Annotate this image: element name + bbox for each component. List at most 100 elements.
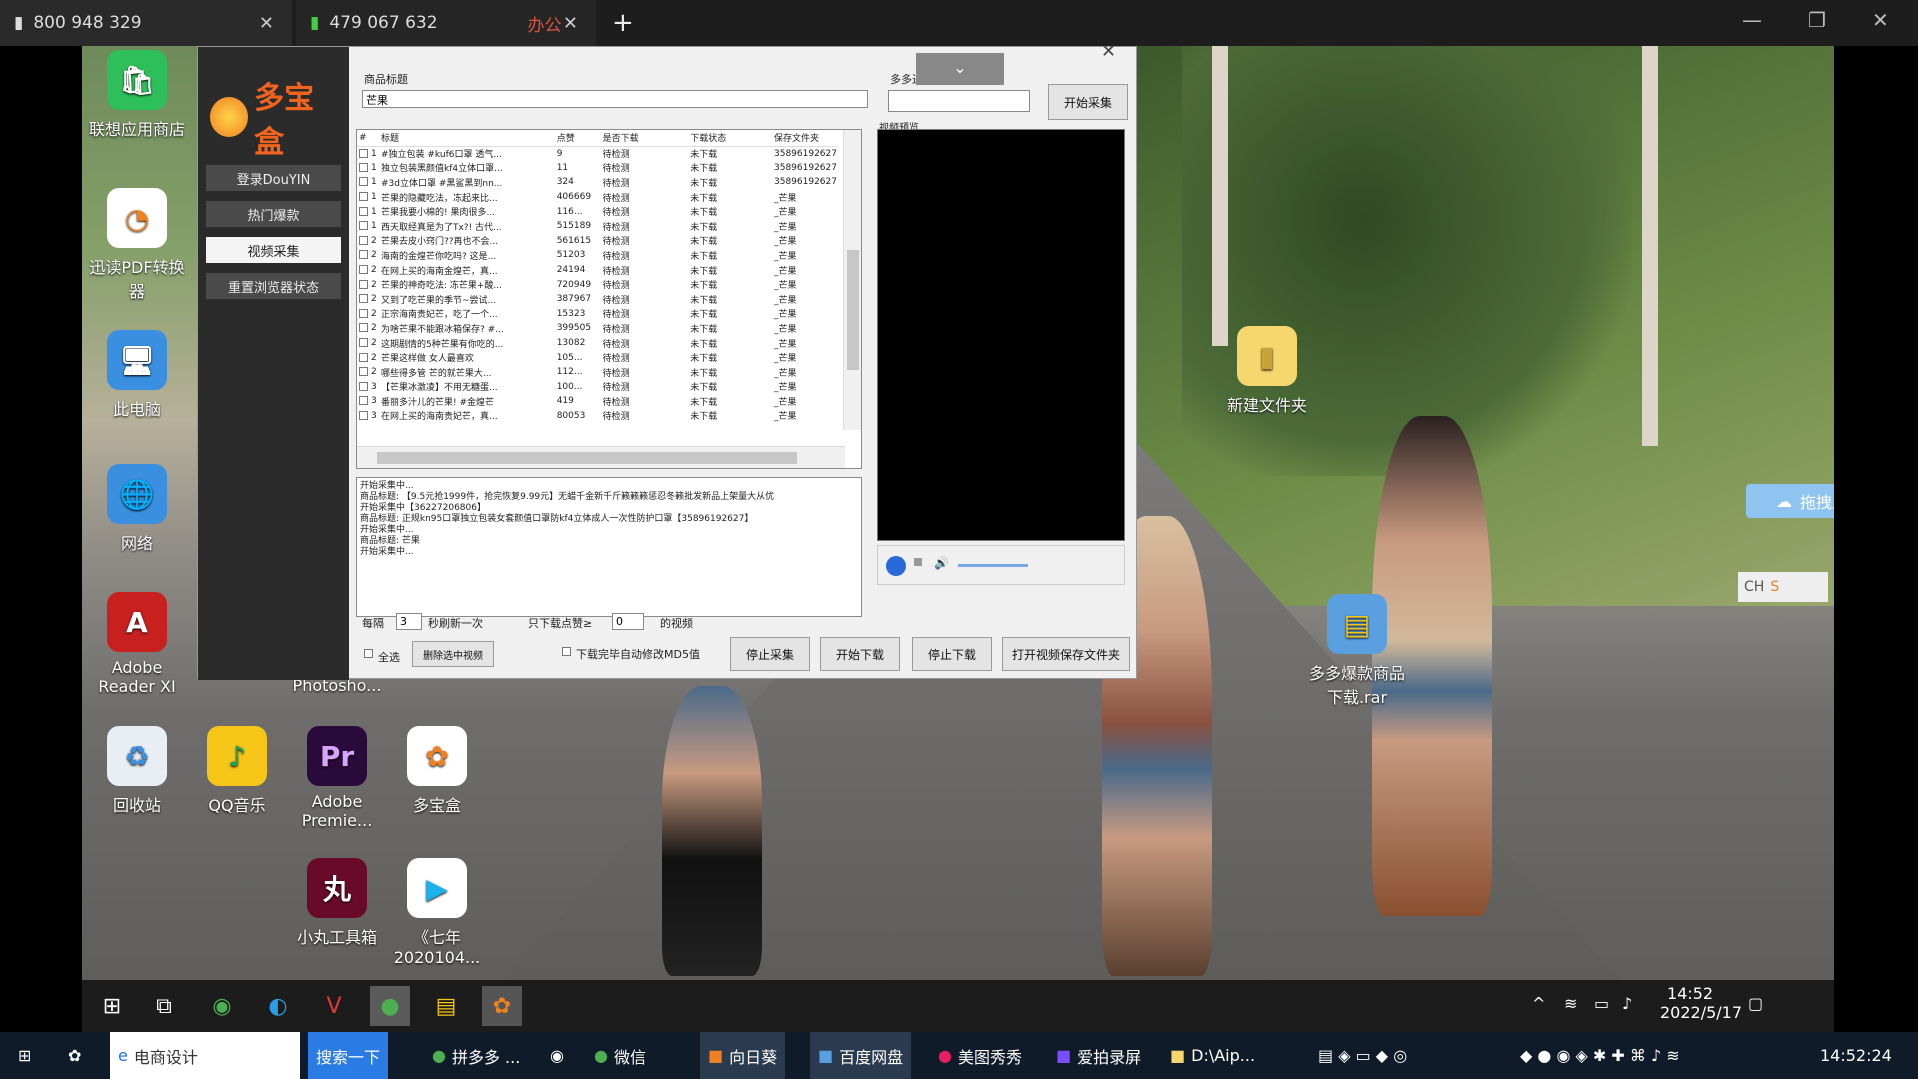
- baidu-pan-item[interactable]: ■ 百度网盘: [810, 1032, 912, 1079]
- row-checkbox[interactable]: [359, 352, 368, 362]
- stop-download-button[interactable]: 停止下载: [912, 637, 992, 671]
- desktop-icon-qq-music[interactable]: ♪ QQ音乐: [182, 726, 292, 816]
- table-row[interactable]: 1 芒果的隐藏吃法，冻起来比... 406669 待检测 未下载 _芒果: [357, 190, 837, 205]
- close-icon[interactable]: ✕: [563, 13, 578, 34]
- row-checkbox[interactable]: [359, 235, 368, 245]
- table-row[interactable]: 3 番丽多汁儿的芒果! #金煌芒 419 待检测 未下载 _芒果: [357, 394, 837, 409]
- table-row[interactable]: 2 为啥芒果不能跟冰箱保存? #... 399505 待检测 未下载 _芒果: [357, 321, 837, 336]
- start-icon[interactable]: ⊞: [92, 986, 132, 1026]
- search-app-icon[interactable]: ✿: [60, 1032, 89, 1079]
- row-checkbox[interactable]: [359, 338, 368, 348]
- tray-icons[interactable]: ▤ ◈ ▭ ◆ ◎: [1310, 1032, 1415, 1079]
- row-checkbox[interactable]: [359, 265, 368, 275]
- explorer-icon[interactable]: ▤: [426, 986, 466, 1026]
- tab-1[interactable]: ▮ 800 948 329 ✕: [0, 0, 292, 46]
- table-row[interactable]: 3 【芒果冰激凌】不用无糖蛋... 100... 待检测 未下载 _芒果: [357, 380, 837, 395]
- table-row[interactable]: 2 这期剧情的5种芒果有你吃的... 13082 待检测 未下载 _芒果: [357, 336, 837, 351]
- row-checkbox[interactable]: [359, 323, 368, 333]
- table-row[interactable]: 2 芒果去皮小窍门??再也不会... 561615 待检测 未下载 _芒果: [357, 234, 837, 249]
- table-row[interactable]: 2 又到了吃芒果的季节~尝试... 387967 待检测 未下载 _芒果: [357, 292, 837, 307]
- scroll-thumb[interactable]: [847, 250, 859, 370]
- wechat-icon[interactable]: ●: [370, 986, 410, 1026]
- desktop-icon-this-pc[interactable]: 🖥 此电脑: [82, 330, 192, 420]
- chrome-icon[interactable]: ◉: [542, 1032, 572, 1079]
- desktop-icon-network[interactable]: 🌐 网络: [82, 464, 192, 554]
- new-tab-icon[interactable]: +: [612, 8, 634, 38]
- close-icon[interactable]: ✕: [259, 13, 274, 34]
- select-all-checkbox[interactable]: [364, 649, 373, 658]
- row-checkbox[interactable]: [359, 206, 368, 216]
- desktop-icon-pdf-converter[interactable]: ◔ 迅读PDF转换器: [82, 188, 192, 302]
- row-checkbox[interactable]: [359, 192, 368, 202]
- start-collect-button[interactable]: 开始采集: [1048, 84, 1128, 120]
- battery-icon[interactable]: ▭: [1594, 994, 1609, 1013]
- windows-start-icon[interactable]: ⊞: [10, 1032, 39, 1079]
- wifi-icon[interactable]: ≋: [1564, 994, 1577, 1013]
- restore-icon[interactable]: ❐: [1808, 8, 1826, 32]
- stop-collect-button[interactable]: 停止采集: [730, 637, 810, 671]
- desktop-icon-rar[interactable]: ▤ 多多爆款商品 下载.rar: [1302, 594, 1412, 708]
- row-checkbox[interactable]: [359, 381, 368, 391]
- browser-icon[interactable]: ◉: [202, 986, 242, 1026]
- close-icon[interactable]: ✕: [1101, 41, 1116, 62]
- delete-selected-button[interactable]: 删除选中视频: [412, 641, 494, 667]
- scroll-thumb[interactable]: [377, 452, 797, 464]
- table-row[interactable]: 1 独立包装黑颜值kf4立体口罩... 11 待检测 未下载 35896192627: [357, 161, 837, 176]
- row-checkbox[interactable]: [359, 294, 368, 304]
- hot-items-button[interactable]: 热门爆款: [206, 201, 341, 227]
- tray-chevron-icon[interactable]: ^: [1532, 994, 1545, 1013]
- desktop-icon-qishi[interactable]: ▶ 《七年 2020104...: [382, 858, 492, 967]
- table-row[interactable]: 2 芒果这样做 女人最喜欢 105... 待检测 未下载 _芒果: [357, 350, 837, 365]
- table-row[interactable]: 1 西天取经真是为了Tx?! 古代... 515189 待检测 未下载 _芒果: [357, 219, 837, 234]
- meitu-item[interactable]: ● 美图秀秀: [930, 1032, 1030, 1079]
- open-folder-button[interactable]: 打开视频保存文件夹: [1002, 637, 1130, 671]
- ime-indicator[interactable]: CH S: [1738, 572, 1828, 602]
- notification-icon[interactable]: ▢: [1748, 994, 1763, 1013]
- row-checkbox[interactable]: [359, 177, 368, 187]
- minimize-icon[interactable]: —: [1742, 8, 1762, 32]
- table-row[interactable]: 2 哪些得多管 芒的就芒果大... 112... 待检测 未下载 _芒果: [357, 365, 837, 380]
- pdd-item[interactable]: ● 拼多多 ...: [424, 1032, 528, 1079]
- row-checkbox[interactable]: [359, 162, 368, 172]
- chevron-down-icon[interactable]: ⌄: [916, 53, 1004, 85]
- task-view-icon[interactable]: ⧉: [144, 986, 184, 1026]
- desktop-icon-premiere[interactable]: Pr Adobe Premie...: [282, 726, 392, 830]
- vertical-scrollbar[interactable]: [843, 130, 861, 430]
- row-checkbox[interactable]: [359, 221, 368, 231]
- table-row[interactable]: 1 #3d立体口罩 #黑鲨黑到nn... 324 待检测 未下载 35896192627: [357, 175, 837, 190]
- table-row[interactable]: 2 芒果的神奇吃法: 冻芒果+酸... 720949 待检测 未下载 _芒果: [357, 277, 837, 292]
- min-likes-input[interactable]: 0: [612, 613, 644, 630]
- row-checkbox[interactable]: [359, 250, 368, 260]
- tab-2[interactable]: ▮ 479 067 632 办公 ✕: [296, 0, 596, 46]
- wps-icon[interactable]: V: [314, 986, 354, 1026]
- login-douyin-button[interactable]: 登录DouYIN: [206, 165, 341, 191]
- video-collect-button[interactable]: 视频采集: [206, 237, 341, 263]
- desktop-icon-duobaohe[interactable]: ✿ 多宝盒: [382, 726, 492, 816]
- reset-browser-button[interactable]: 重置浏览器状态: [206, 273, 341, 299]
- row-checkbox[interactable]: [359, 396, 368, 406]
- table-row[interactable]: 2 海南的金煌芒你吃吗? 这是... 51203 待检测 未下载 _芒果: [357, 248, 837, 263]
- desktop-icon-new-folder[interactable]: ▮ 新建文件夹: [1212, 326, 1322, 416]
- table-row[interactable]: 1 芒果我要小棉的! 果肉很多... 116... 待检测 未下载 _芒果: [357, 204, 837, 219]
- table-row[interactable]: 2 正宗海南贵妃芒，吃了一个... 15323 待检测 未下载 _芒果: [357, 307, 837, 322]
- row-checkbox[interactable]: [359, 308, 368, 318]
- wechat-item[interactable]: ● 微信: [586, 1032, 654, 1079]
- desktop-icon-adobe-reader[interactable]: A Adobe Reader XI: [82, 592, 192, 696]
- volume-tray-icon[interactable]: ♪: [1622, 994, 1632, 1013]
- md5-checkbox[interactable]: [562, 647, 571, 656]
- volume-slider[interactable]: [958, 564, 1028, 567]
- desktop-icon-recycle[interactable]: ♻ 回收站: [82, 726, 192, 816]
- table-row[interactable]: 1 #独立包装 #kuf6口罩 透气... 9 待检测 未下载 35896192627: [357, 146, 837, 161]
- start-download-button[interactable]: 开始下载: [820, 637, 900, 671]
- row-checkbox[interactable]: [359, 148, 368, 158]
- sunlogin-item[interactable]: ■ 向日葵: [700, 1032, 786, 1079]
- interval-input[interactable]: 3: [396, 613, 422, 630]
- stop-icon[interactable]: [914, 558, 922, 566]
- close-window-icon[interactable]: ✕: [1872, 8, 1889, 32]
- desktop-icon-xiaowan[interactable]: 丸 小丸工具箱: [282, 858, 392, 948]
- folder-item[interactable]: ■ D:\Aip...: [1162, 1032, 1263, 1079]
- volume-icon[interactable]: 🔊: [934, 556, 949, 570]
- duobaohe-taskbar-icon[interactable]: ✿: [482, 986, 522, 1026]
- aipai-item[interactable]: ■ 爱拍录屏: [1048, 1032, 1149, 1079]
- search-button[interactable]: 搜索一下: [308, 1032, 389, 1079]
